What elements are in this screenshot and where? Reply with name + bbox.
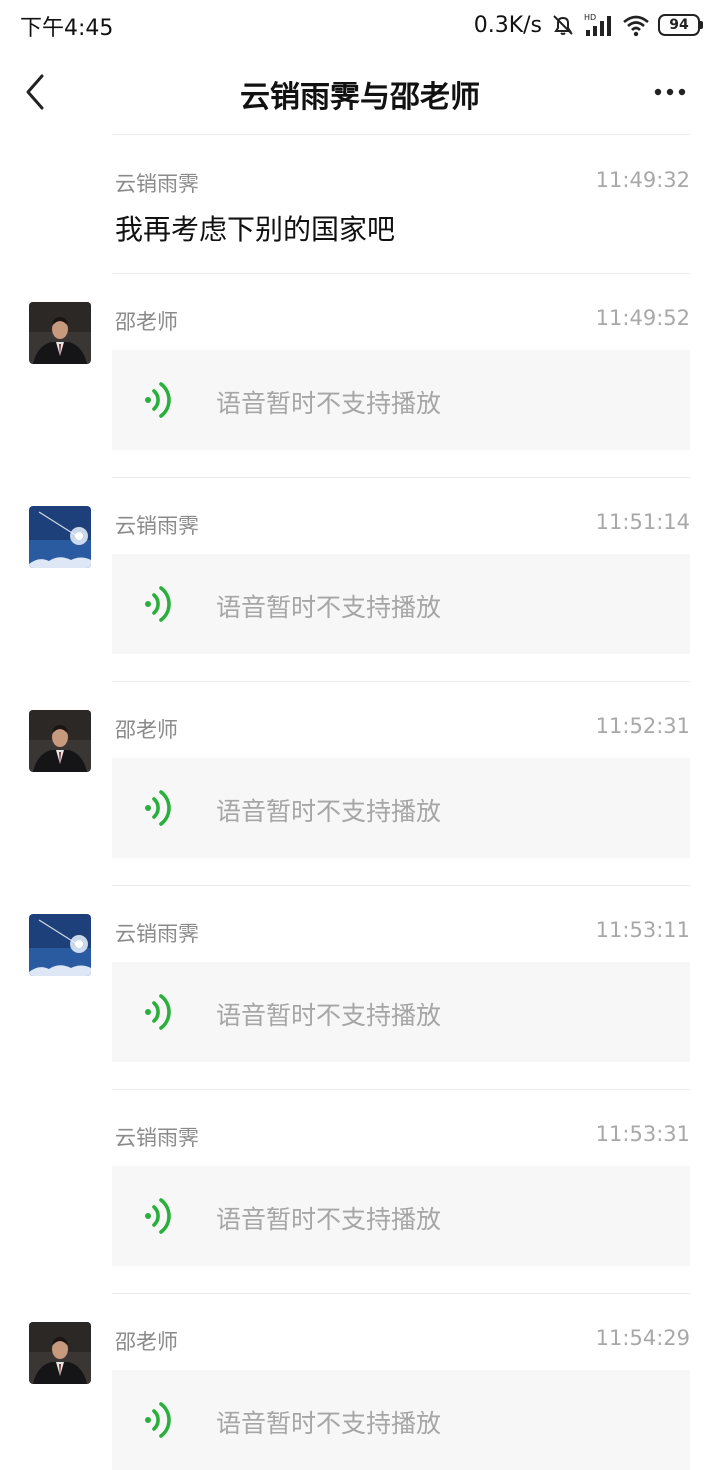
voice-label: 语音暂时不支持播放 xyxy=(216,389,442,418)
voice-label: 语音暂时不支持播放 xyxy=(216,1001,442,1030)
sender-name: 云销雨霁 xyxy=(115,1126,199,1150)
avatar[interactable] xyxy=(29,914,91,976)
avatar[interactable] xyxy=(29,302,91,364)
message-item: 邵老师 11:49:52 语音暂时不支持播放 xyxy=(0,274,720,478)
voice-message[interactable]: 语音暂时不支持播放 xyxy=(112,758,690,858)
voice-message[interactable]: 语音暂时不支持播放 xyxy=(112,962,690,1062)
status-time: 下午4:45 xyxy=(20,16,114,41)
message-item: 邵老师 11:54:29 语音暂时不支持播放 xyxy=(0,1294,720,1470)
header-divider xyxy=(112,134,690,135)
nav-bar: 云销雨霁与邵老师 xyxy=(0,50,720,136)
avatar[interactable] xyxy=(29,506,91,568)
voice-message[interactable]: 语音暂时不支持播放 xyxy=(112,1370,690,1470)
status-icons: 0.3K/s HD 94 xyxy=(473,10,703,40)
battery-icon: 94 xyxy=(658,14,703,36)
voice-wave-icon xyxy=(142,992,176,1032)
message-item: 云销雨霁 11:51:14 语音暂时不支持播放 xyxy=(0,478,720,682)
hd-signal-icon: HD xyxy=(584,13,611,36)
voice-wave-icon xyxy=(142,380,176,420)
message-item: 云销雨霁 11:53:11 语音暂时不支持播放 xyxy=(0,886,720,1090)
svg-text:HD: HD xyxy=(584,13,596,22)
status-bar: 下午4:45 0.3K/s HD 94 xyxy=(0,0,720,50)
sender-name: 邵老师 xyxy=(115,1330,178,1354)
message-item: 云销雨霁 11:49:32 我再考虑下别的国家吧 xyxy=(0,136,720,274)
battery-level: 94 xyxy=(669,17,689,33)
message-time: 11:49:32 xyxy=(595,168,690,192)
sender-name: 云销雨霁 xyxy=(115,514,199,538)
voice-message[interactable]: 语音暂时不支持播放 xyxy=(112,554,690,654)
message-time: 11:49:52 xyxy=(595,306,690,330)
voice-wave-icon xyxy=(142,1400,176,1440)
sender-name: 云销雨霁 xyxy=(115,922,199,946)
sender-name: 邵老师 xyxy=(115,310,178,334)
voice-message[interactable]: 语音暂时不支持播放 xyxy=(112,350,690,450)
network-speed: 0.3K/s xyxy=(473,12,542,38)
sender-name: 云销雨霁 xyxy=(115,172,199,196)
sender-name: 邵老师 xyxy=(115,718,178,742)
page-title: 云销雨霁与邵老师 xyxy=(240,80,480,115)
voice-label: 语音暂时不支持播放 xyxy=(216,797,442,826)
message-item: 邵老师 11:52:31 语音暂时不支持播放 xyxy=(0,682,720,886)
message-item: 云销雨霁 11:53:31 语音暂时不支持播放 xyxy=(0,1090,720,1294)
more-dots-icon xyxy=(654,88,686,96)
voice-message[interactable]: 语音暂时不支持播放 xyxy=(112,1166,690,1266)
message-time: 11:51:14 xyxy=(595,510,690,534)
message-text[interactable]: 我再考虑下别的国家吧 xyxy=(115,208,395,248)
voice-label: 语音暂时不支持播放 xyxy=(216,1409,442,1438)
voice-label: 语音暂时不支持播放 xyxy=(216,593,442,622)
bell-off-icon xyxy=(553,15,573,35)
more-button[interactable] xyxy=(652,74,692,110)
message-time: 11:52:31 xyxy=(595,714,690,738)
message-time: 11:53:31 xyxy=(595,1122,690,1146)
message-time: 11:53:11 xyxy=(595,918,690,942)
voice-wave-icon xyxy=(142,1196,176,1236)
voice-wave-icon xyxy=(142,788,176,828)
avatar[interactable] xyxy=(29,1322,91,1384)
wifi-icon xyxy=(623,15,649,37)
message-time: 11:54:29 xyxy=(595,1326,690,1350)
message-list: 云销雨霁 11:49:32 我再考虑下别的国家吧 邵老师 11:49:52 语音… xyxy=(0,136,720,1470)
avatar[interactable] xyxy=(29,710,91,772)
voice-wave-icon xyxy=(142,584,176,624)
voice-label: 语音暂时不支持播放 xyxy=(216,1205,442,1234)
